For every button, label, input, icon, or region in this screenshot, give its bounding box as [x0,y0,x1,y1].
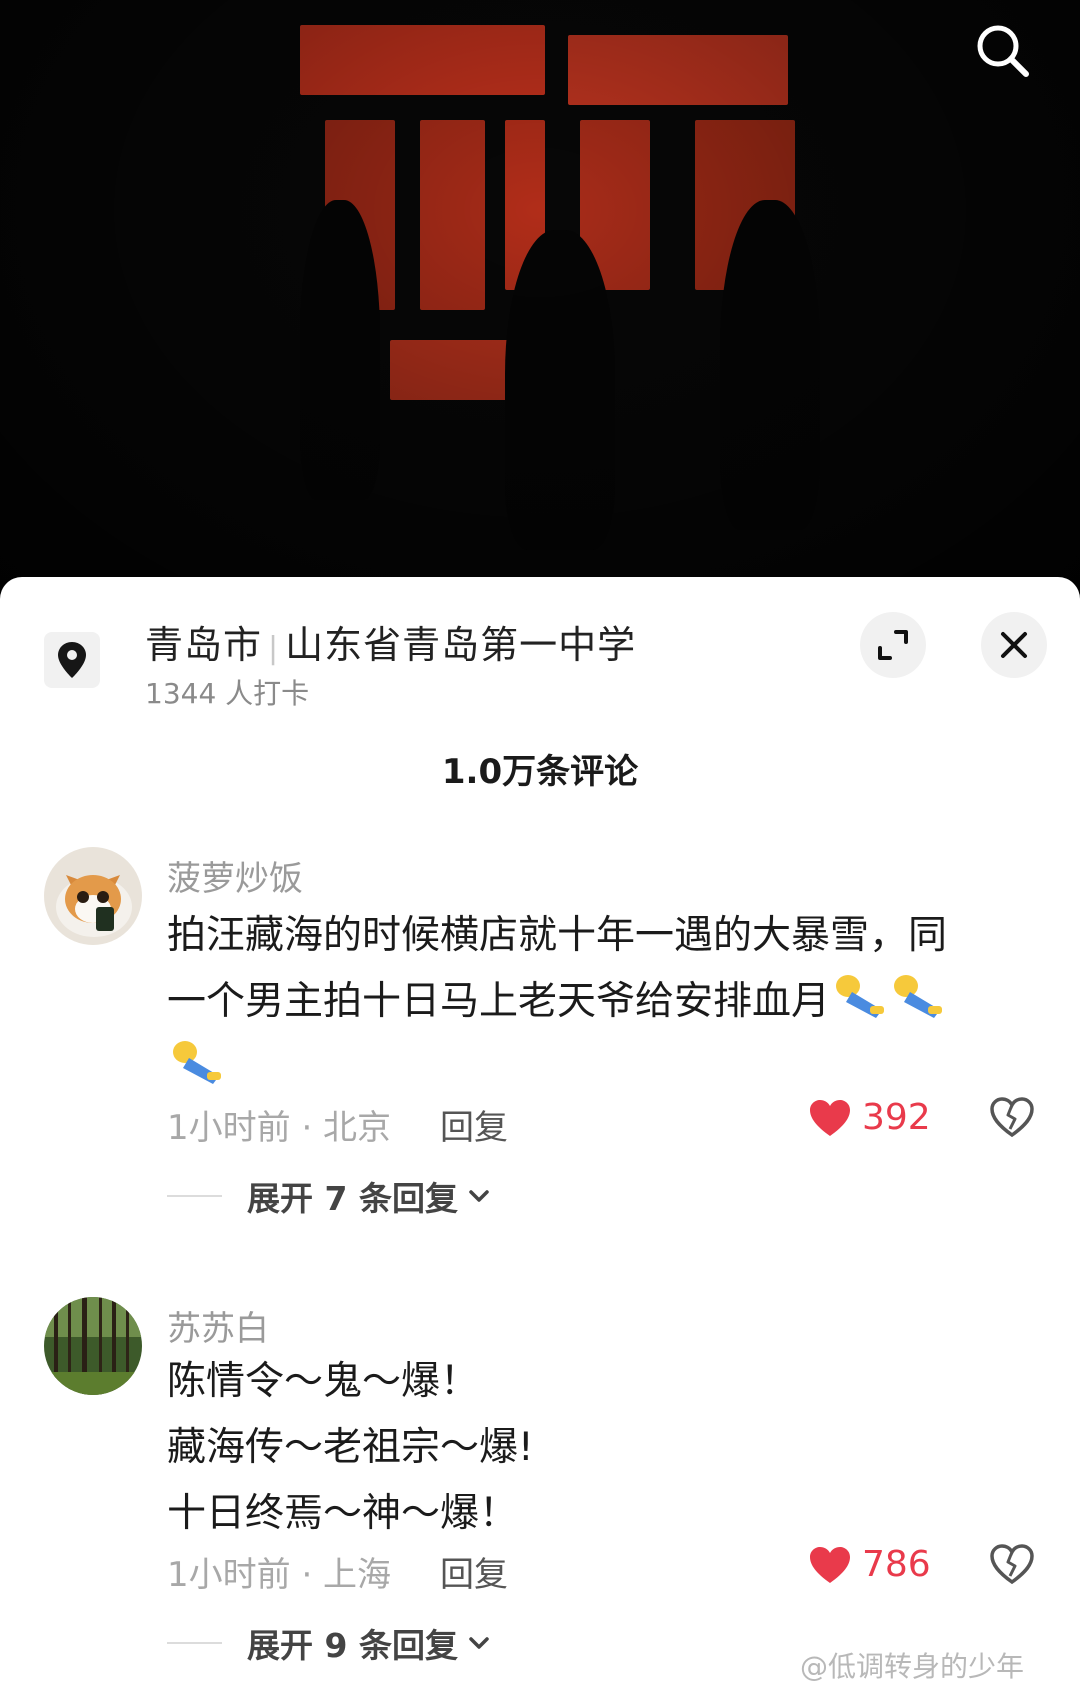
comment-line: 十日终焉～神～爆！ [167,1491,519,1536]
close-icon [1001,632,1027,658]
comment-count-heading: 1.0万条评论 [441,752,639,792]
location-place: 山东省青岛第一中学 [285,623,637,667]
expand-button[interactable] [860,612,926,678]
comment-author[interactable]: 苏苏白 [167,1301,269,1350]
comment-text: 拍汪藏海的时候横店就十年一遇的大暴雪，同 一个男主拍十日马上老天爷给安排血月 [167,903,1017,1101]
like-count: 786 [862,1544,931,1585]
location-badge[interactable] [44,632,100,688]
checkin-count: 1344 人打卡 [145,677,310,710]
heart-icon [810,1099,850,1136]
like-button[interactable]: 786 [808,1544,931,1585]
reply-button[interactable]: 回复 [440,1100,508,1149]
cat-avatar-icon [44,847,142,945]
location-city: 青岛市 [145,623,263,667]
like-button[interactable]: 392 [808,1097,931,1138]
comment-meta: 1小时前 · 上海 [167,1555,392,1595]
location-pin-icon [58,642,86,678]
lying-face-emoji-icon [836,975,885,1018]
dislike-button[interactable] [990,1544,1034,1588]
expand-replies-button[interactable]: 展开 7 条回复 [167,1172,490,1220]
expand-replies-label: 展开 9 条回复 [247,1626,458,1665]
comment-line [167,1035,1017,1101]
lying-face-emoji-icon [173,1041,221,1084]
search-icon [977,25,1029,77]
comment-line-text: 一个男主拍十日马上老天爷给安排血月 [167,979,831,1024]
chevron-down-icon [469,1190,489,1202]
comment-line: 拍汪藏海的时候横店就十年一遇的大暴雪，同 [167,913,948,958]
avatar[interactable] [44,1297,142,1395]
avatar[interactable] [44,847,142,945]
video-player[interactable] [0,0,1080,600]
expand-replies-label: 展开 7 条回复 [247,1179,458,1218]
broken-heart-icon [990,1544,1034,1585]
expand-replies-button[interactable]: 展开 9 条回复 [167,1619,490,1667]
video-vignette [0,0,1080,600]
search-button[interactable] [970,18,1036,84]
divider [167,1195,222,1197]
location-title[interactable]: 青岛市 | 山东省青岛第一中学 [145,614,636,669]
comment-line: 一个男主拍十日马上老天爷给安排血月 [167,969,1017,1035]
forest-avatar-icon [44,1297,142,1395]
heart-icon [810,1546,850,1583]
broken-heart-icon [990,1097,1034,1138]
like-count: 392 [862,1097,931,1138]
comment-sheet: 青岛市 | 山东省青岛第一中学 1344 人打卡 1.0万条评论 菠萝炒饭 拍汪… [0,577,1080,1699]
chevron-down-icon [469,1637,489,1649]
comment-line: 藏海传～老祖宗～爆! [167,1425,534,1470]
divider [167,1642,222,1644]
comment-meta: 1小时前 · 北京 [167,1108,392,1148]
comment-text: 陈情令～鬼～爆！ 藏海传～老祖宗～爆! 十日终焉～神～爆！ [167,1349,1017,1547]
expand-icon [878,630,908,660]
watermark: @低调转身的少年 [800,1650,1025,1683]
divider: | [268,631,280,666]
comment-author[interactable]: 菠萝炒饭 [167,851,303,900]
comment-line: 陈情令～鬼～爆！ [167,1359,480,1404]
dislike-button[interactable] [990,1097,1034,1141]
lying-face-emoji-icon [894,975,943,1018]
reply-button[interactable]: 回复 [440,1547,508,1596]
close-button[interactable] [981,612,1047,678]
